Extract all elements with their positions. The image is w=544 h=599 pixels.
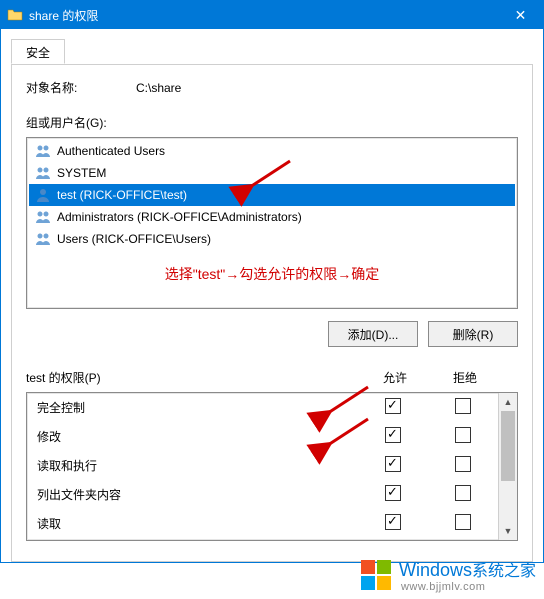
permission-row: 修改 [27, 422, 498, 451]
tab-strip: 安全 [11, 39, 533, 65]
allow-checkbox[interactable] [385, 456, 401, 472]
perm-header-label: test 的权限(P) [26, 369, 360, 386]
instruction-note: 选择"test"→勾选允许的权限→确定 [29, 264, 515, 284]
allow-checkbox[interactable] [385, 398, 401, 414]
perm-header: test 的权限(P) 允许 拒绝 [26, 369, 518, 386]
permissions-list: 完全控制修改读取和执行列出文件夹内容读取 [27, 393, 498, 540]
folder-icon [7, 7, 23, 23]
permission-row: 读取和执行 [27, 451, 498, 480]
groups-label: 组或用户名(G): [26, 114, 518, 131]
deny-checkbox[interactable] [455, 456, 471, 472]
tab-page: 对象名称: C:\share 组或用户名(G): Authenticated U… [11, 65, 533, 562]
allow-checkbox[interactable] [385, 514, 401, 530]
permission-name: 读取和执行 [37, 457, 358, 474]
object-value: C:\share [136, 81, 181, 95]
tab-label: 安全 [26, 46, 50, 60]
client-area: 安全 对象名称: C:\share 组或用户名(G): Authenticate… [1, 29, 543, 562]
group-icon [35, 231, 51, 247]
allow-checkbox[interactable] [385, 485, 401, 501]
watermark: Windows系统之家 www.bjjmlv.com [359, 557, 536, 593]
buttons-row: 添加(D)... 删除(R) [26, 321, 518, 347]
watermark-text: Windows系统之家 www.bjjmlv.com [399, 557, 536, 593]
remove-button[interactable]: 删除(R) [428, 321, 518, 347]
list-item[interactable]: Authenticated Users [29, 140, 515, 162]
list-item-label: test (RICK-OFFICE\test) [57, 188, 187, 202]
add-button[interactable]: 添加(D)... [328, 321, 418, 347]
window-title: share 的权限 [29, 7, 498, 24]
deny-checkbox[interactable] [455, 427, 471, 443]
deny-checkbox[interactable] [455, 485, 471, 501]
deny-checkbox[interactable] [455, 398, 471, 414]
object-row: 对象名称: C:\share [26, 79, 518, 96]
list-item-label: SYSTEM [57, 166, 106, 180]
list-item[interactable]: SYSTEM [29, 162, 515, 184]
watermark-main: Windows [399, 560, 472, 580]
groups-listbox[interactable]: Authenticated Users SYSTEM test (RICK-OFFI… [26, 137, 518, 309]
permission-name: 完全控制 [37, 399, 358, 416]
scroll-up-button[interactable]: ▲ [499, 393, 517, 411]
tab-security[interactable]: 安全 [11, 39, 65, 64]
close-button[interactable]: ✕ [498, 1, 543, 29]
perm-col-deny: 拒绝 [430, 369, 500, 386]
group-icon [35, 165, 51, 181]
permission-name: 修改 [37, 428, 358, 445]
watermark-url: www.bjjmlv.com [401, 581, 536, 593]
scroll-track[interactable] [499, 411, 517, 522]
group-icon [35, 209, 51, 225]
permission-name: 读取 [37, 515, 358, 532]
user-icon [35, 187, 51, 203]
list-item[interactable]: Users (RICK-OFFICE\Users) [29, 228, 515, 250]
titlebar: share 的权限 ✕ [1, 1, 543, 29]
permission-row: 读取 [27, 509, 498, 538]
scroll-thumb[interactable] [501, 411, 515, 481]
list-item-label: Authenticated Users [57, 144, 165, 158]
watermark-sub: 系统之家 [472, 563, 536, 580]
list-item-label: Administrators (RICK-OFFICE\Administrato… [57, 210, 302, 224]
object-label: 对象名称: [26, 79, 136, 96]
group-icon [35, 143, 51, 159]
permission-name: 列出文件夹内容 [37, 486, 358, 503]
allow-checkbox[interactable] [385, 427, 401, 443]
permission-row: 列出文件夹内容 [27, 480, 498, 509]
close-icon: ✕ [515, 7, 527, 24]
scrollbar[interactable]: ▲ ▼ [498, 393, 517, 540]
permissions-window: share 的权限 ✕ 安全 对象名称: C:\share 组或用户名(G): … [0, 0, 544, 563]
list-item-label: Users (RICK-OFFICE\Users) [57, 232, 211, 246]
permissions-listbox: 完全控制修改读取和执行列出文件夹内容读取 ▲ ▼ [26, 392, 518, 541]
permission-row: 完全控制 [27, 393, 498, 422]
scroll-down-button[interactable]: ▼ [499, 522, 517, 540]
tab-underline [11, 64, 533, 65]
windows-logo-icon [359, 558, 393, 592]
list-item[interactable]: test (RICK-OFFICE\test) [29, 184, 515, 206]
list-item[interactable]: Administrators (RICK-OFFICE\Administrato… [29, 206, 515, 228]
perm-col-allow: 允许 [360, 369, 430, 386]
deny-checkbox[interactable] [455, 514, 471, 530]
